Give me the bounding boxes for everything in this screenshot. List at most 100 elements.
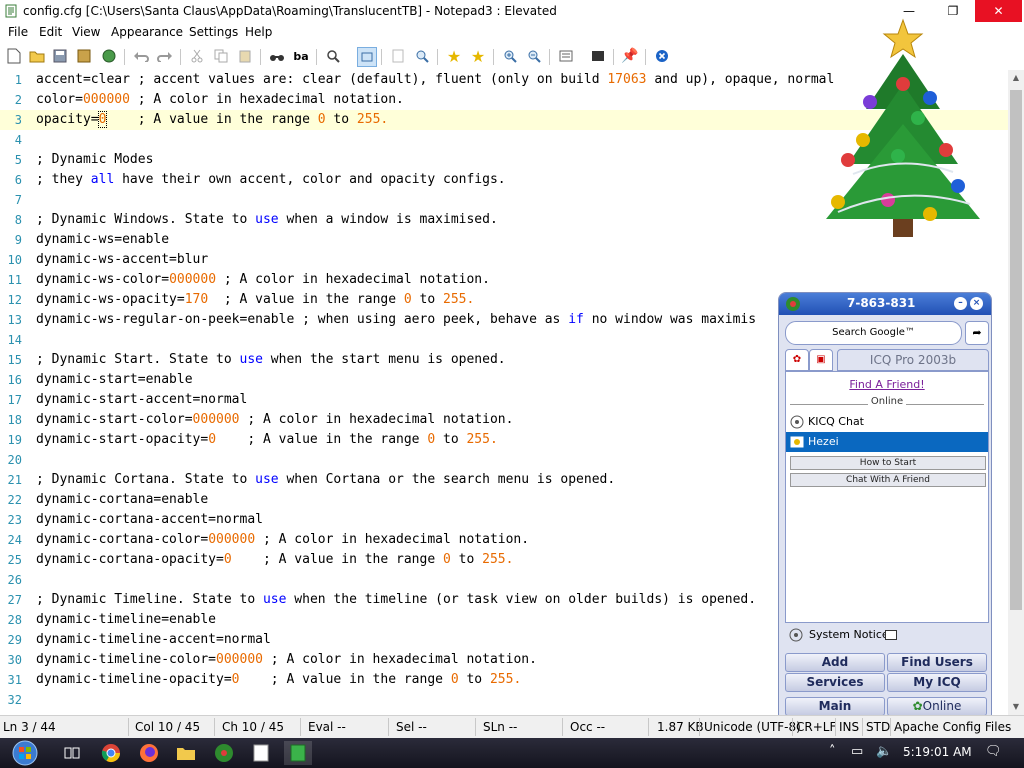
firefox-icon[interactable] [135,741,163,765]
menu-appearance[interactable]: Appearance [108,25,186,39]
volume-icon[interactable]: 🔈 [876,744,892,759]
select-icon[interactable] [389,47,407,65]
vertical-scrollbar[interactable]: ▲ ▼ [1008,70,1024,715]
cut-icon[interactable] [188,47,206,65]
editor-line[interactable]: 11 dynamic-ws-color=000000 ; A color in h… [0,270,1008,290]
line-code: color=000000 ; A color in hexadecimal no… [36,90,404,110]
undo-icon[interactable] [132,47,150,65]
notepad-icon[interactable] [247,741,275,765]
notepad3-icon[interactable] [284,741,312,765]
code-token: ; A color in hexadecimal notation. [255,532,530,547]
start-orb-icon[interactable] [8,740,42,766]
tray-expand-icon[interactable]: ˄ [829,744,836,759]
icq-header: 7-863-831 – × [779,293,991,315]
code-token: ; A color in hexadecimal notation. [239,412,514,427]
line-number: 20 [7,453,22,467]
exit-icon[interactable] [653,47,671,65]
code-token: 0 [450,672,459,687]
add-favorite-icon[interactable]: ★ [469,47,487,66]
code-token: 0 [317,112,326,127]
status-eol[interactable]: CR+LF [796,720,836,734]
favorite-icon[interactable]: ★ [445,47,463,66]
status-ins[interactable]: INS [839,720,859,734]
group-how-to-start[interactable]: How to Start [790,456,986,470]
code-token: opacity= [36,112,99,127]
main-button[interactable]: Main [785,697,885,716]
code-token: when a window is maximised. [278,212,498,227]
view-icon[interactable] [589,47,607,65]
scroll-up-icon[interactable]: ▲ [1008,70,1024,86]
icq-icon[interactable] [210,741,238,765]
icq-search-box[interactable]: Search Google™ [785,321,962,345]
line-code: ; Dynamic Modes [36,150,153,170]
scheme-icon[interactable] [557,47,575,65]
code-token: dynamic-timeline-color= [36,652,217,667]
icq-close-icon[interactable]: × [970,297,983,310]
open-icon[interactable] [28,47,46,65]
icq-contact-list: Find A Friend! Online KICQ Chat Hezei Ho… [785,371,989,623]
icq-search-go-icon[interactable]: ➦ [965,321,989,345]
zoom-icon[interactable] [324,47,342,65]
system-notice[interactable]: System Notice [785,626,987,644]
line-code: ; Dynamic Windows. State to use when a w… [36,210,498,230]
code-token: dynamic-cortana-accent=normal [36,512,263,527]
code-token: dynamic-cortana=enable [36,492,209,507]
code-token: 0 [223,552,232,567]
line-number: 15 [7,353,22,367]
code-token: ; A value in the range [239,672,451,687]
find-users-button[interactable]: Find Users [887,653,987,672]
copy-icon[interactable] [212,47,230,65]
status-encoding[interactable]: Unicode (UTF-8) [704,720,801,734]
menu-edit[interactable]: Edit [36,25,65,39]
contact-hezei[interactable]: Hezei [786,432,988,452]
scrollbar-thumb[interactable] [1010,90,1022,610]
chrome-icon[interactable] [97,741,125,765]
replace-icon[interactable]: ba [292,47,310,65]
menu-file[interactable]: File [5,25,31,39]
online-status-button[interactable]: ✿Online [887,697,987,716]
notifications-icon[interactable]: 🗨 [985,744,1002,759]
code-token: to [458,672,490,687]
zoom-out-icon[interactable] [525,47,543,65]
icq-window: 7-863-831 – × Search Google™ ➦ ✿ ▣ ICQ P… [778,292,992,722]
group-chat-with-friend[interactable]: Chat With A Friend [790,473,986,487]
icq-tab-contacts-icon[interactable]: ✿ [785,349,809,371]
menu-help[interactable]: Help [242,25,275,39]
my-icq-button[interactable]: My ICQ [887,673,987,692]
find-friend-link[interactable]: Find A Friend! [786,378,988,391]
menu-settings[interactable]: Settings [186,25,241,39]
icq-title: ICQ Pro 2003b [837,349,989,371]
pin-icon[interactable]: 📌 [621,47,639,65]
contact-kicq-chat[interactable]: KICQ Chat [786,412,988,432]
icq-minimize-icon[interactable]: – [954,297,967,310]
network-icon[interactable]: ▭ [851,744,863,759]
wordwrap-icon[interactable] [357,47,377,67]
zoom-in-icon[interactable] [501,47,519,65]
code-token: 000000 [216,652,263,667]
add-button[interactable]: Add [785,653,885,672]
find-text-icon[interactable] [413,47,431,65]
code-token: when the start menu is opened. [262,352,506,367]
taskbar-clock[interactable]: 5:19:01 AM [903,745,972,759]
task-view-icon[interactable] [58,741,86,765]
file-explorer-icon[interactable] [172,741,200,765]
code-token: ; Dynamic Windows. State to [36,212,256,227]
notice-icon [885,630,897,640]
status-lexer[interactable]: Apache Config Files [894,720,1011,734]
scroll-down-icon[interactable]: ▼ [1008,699,1024,715]
save-icon[interactable] [51,47,69,65]
menu-view[interactable]: View [69,25,103,39]
line-number: 9 [14,233,22,247]
save-as-icon[interactable] [76,47,94,65]
icq-tab-groups-icon[interactable]: ▣ [809,349,833,371]
services-button[interactable]: Services [785,673,885,692]
code-token: dynamic-start-color= [36,412,193,427]
new-icon[interactable] [5,47,23,65]
status-std[interactable]: STD [866,720,890,734]
contact-name: KICQ Chat [808,415,864,428]
paste-icon[interactable] [236,47,254,65]
redo-icon[interactable] [156,47,174,65]
browse-icon[interactable] [100,47,118,65]
status-selection: Sel -- [396,720,427,734]
find-icon[interactable] [268,47,286,65]
